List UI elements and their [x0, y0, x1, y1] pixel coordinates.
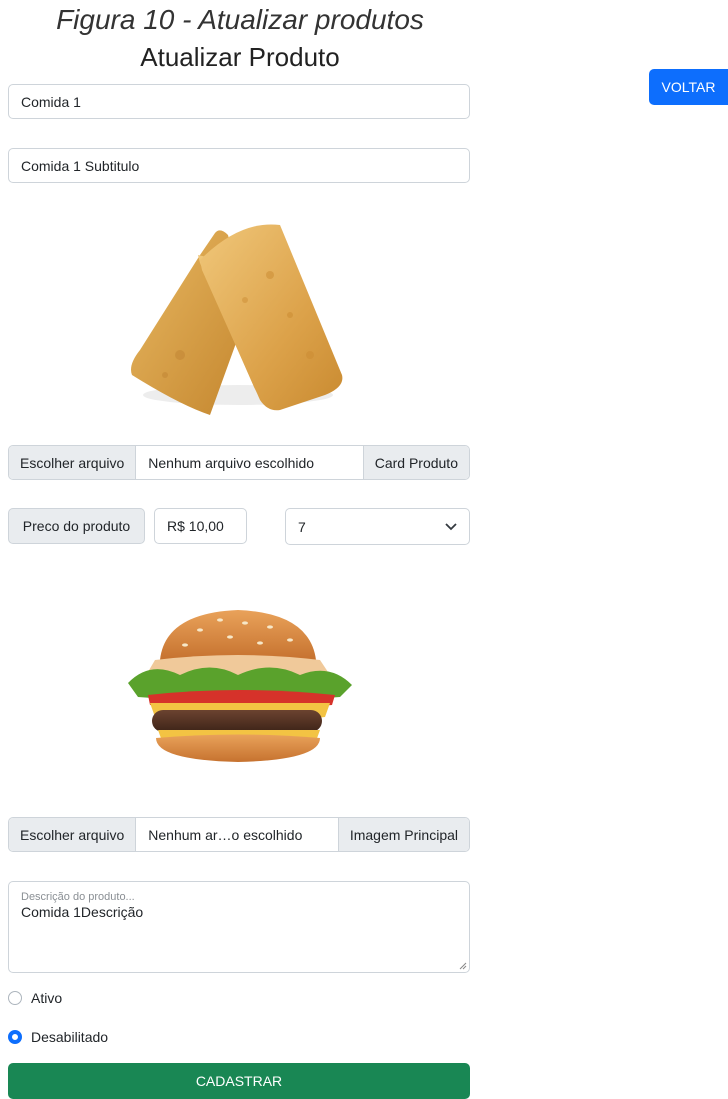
page-title: Atualizar Produto: [140, 42, 340, 72]
quantity-select-value: 7: [298, 518, 306, 535]
price-input[interactable]: R$ 10,00: [154, 508, 247, 544]
card-file-status: Nenhum arquivo escolhido: [136, 446, 363, 479]
resize-handle-icon[interactable]: [459, 962, 467, 970]
description-floating-label: Descrição do produto...: [21, 891, 135, 903]
main-file-status: Nenhum ar…o escolhido: [136, 818, 338, 851]
card-choose-file-button[interactable]: Escolher arquivo: [9, 446, 137, 479]
status-option-ativo[interactable]: Ativo: [8, 988, 62, 1008]
card-product-image: [131, 224, 343, 415]
main-choose-file-button[interactable]: Escolher arquivo: [9, 818, 137, 851]
radio-desabilitado-label: Desabilitado: [31, 1029, 109, 1045]
radio-desabilitado[interactable]: [8, 1030, 22, 1044]
product-name-input[interactable]: Comida 1: [8, 84, 470, 119]
description-value: Comida 1Descrição: [21, 904, 144, 920]
submit-button[interactable]: CADASTRAR: [8, 1063, 470, 1099]
card-file-label: Card Produto: [362, 446, 469, 479]
card-file-input[interactable]: Escolher arquivo Nenhum arquivo escolhid…: [8, 445, 470, 480]
main-product-image: [128, 610, 352, 762]
chevron-down-icon: [445, 522, 457, 530]
main-file-label: Imagem Principal: [337, 818, 469, 851]
status-option-desabilitado[interactable]: Desabilitado: [8, 1027, 108, 1047]
figure-caption: Figura 10 - Atualizar produtos: [56, 4, 424, 35]
main-image-file-input[interactable]: Escolher arquivo Nenhum ar…o escolhido I…: [8, 817, 470, 852]
product-subtitle-input[interactable]: Comida 1 Subtitulo: [8, 148, 470, 183]
radio-ativo[interactable]: [8, 991, 22, 1005]
price-label: Preco do produto: [8, 508, 145, 544]
quantity-select[interactable]: 7: [285, 508, 470, 545]
description-textarea[interactable]: Descrição do produto... Comida 1Descriçã…: [8, 881, 470, 973]
radio-ativo-label: Ativo: [31, 990, 63, 1006]
back-button[interactable]: VOLTAR: [649, 69, 728, 105]
